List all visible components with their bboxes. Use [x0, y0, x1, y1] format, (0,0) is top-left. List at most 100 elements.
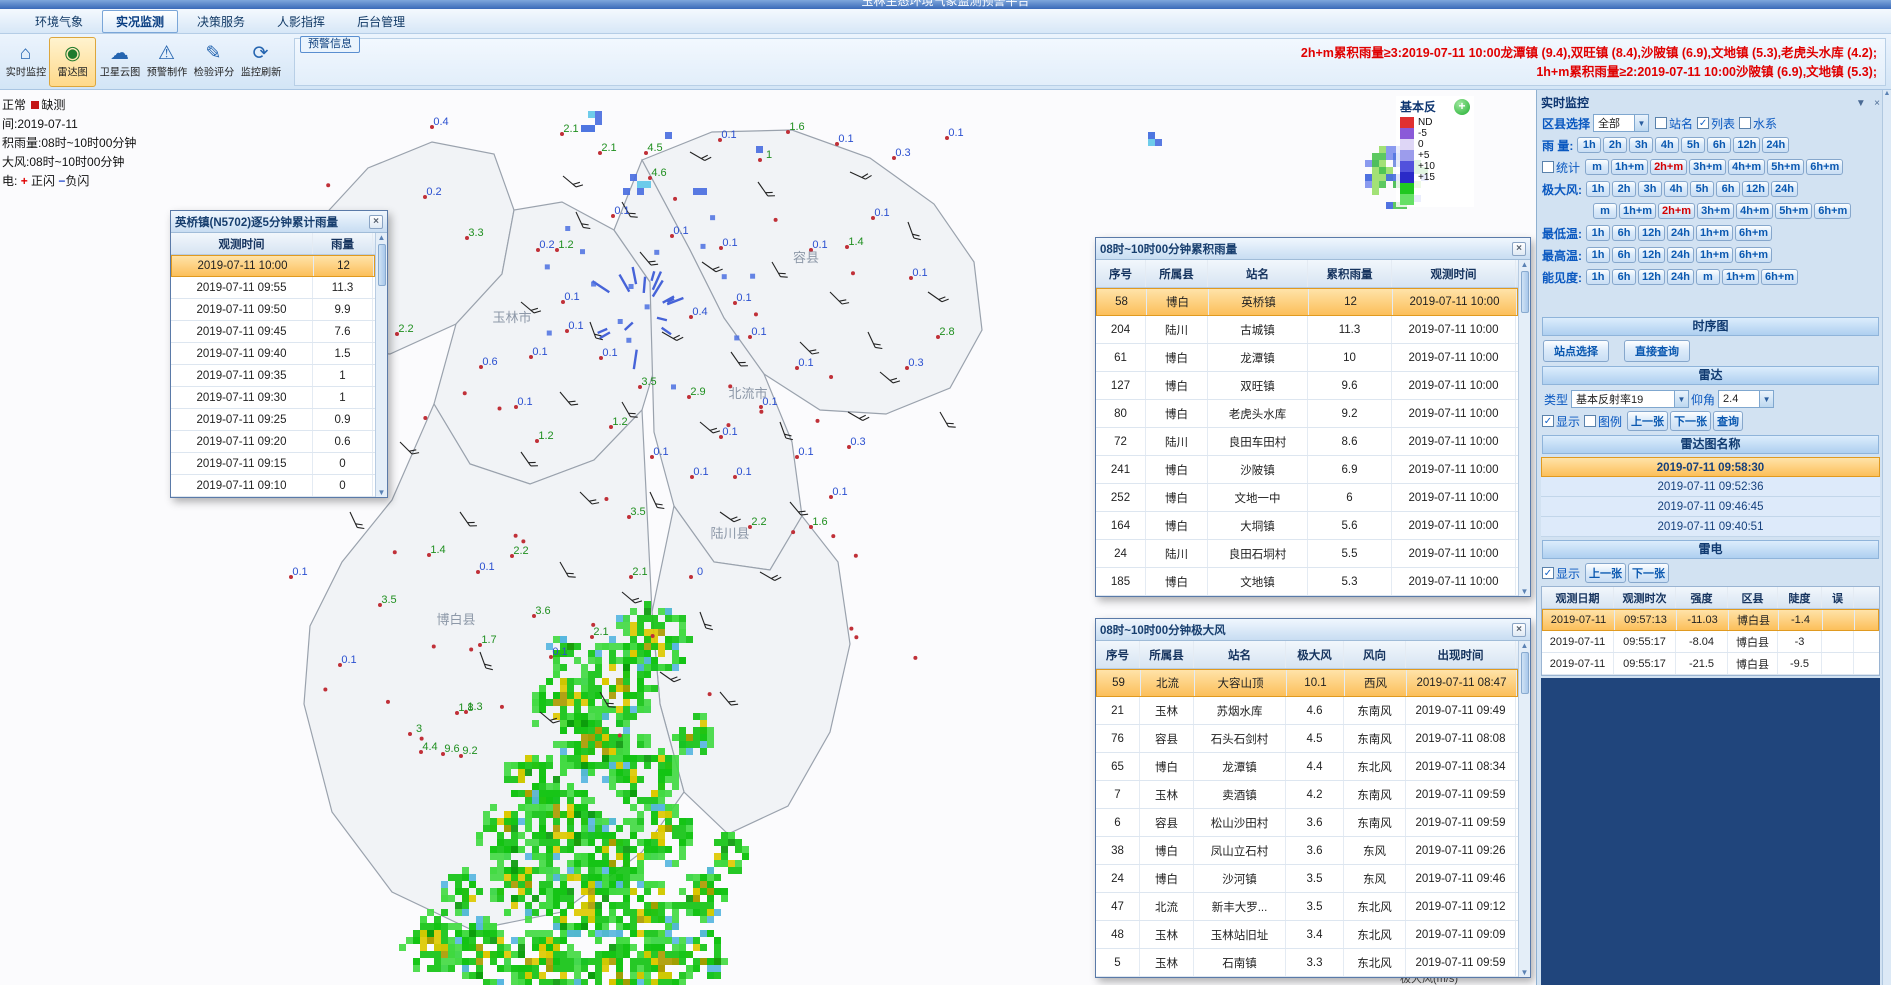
- range-button-6h[interactable]: 6h: [1612, 225, 1636, 241]
- range-button-3h[interactable]: 3h: [1638, 181, 1662, 197]
- station-rain-window[interactable]: 英桥镇(N5702)逐5分钟累计雨量 × 观测时间雨量2019-07-11 10…: [170, 210, 388, 498]
- table-row[interactable]: 61博白龙潭镇102019-07-11 10:00: [1096, 344, 1518, 372]
- range-button-6h+m[interactable]: 6h+m: [1761, 269, 1798, 285]
- table-row[interactable]: 2019-07-11 09:250.9: [171, 409, 375, 431]
- zoom-in-icon[interactable]: +: [1454, 99, 1470, 115]
- radar-image-item[interactable]: 2019-07-11 09:58:30: [1541, 457, 1880, 477]
- range-button-6h[interactable]: 6h: [1707, 137, 1731, 153]
- radar-image-item[interactable]: 2019-07-11 09:40:51: [1541, 517, 1880, 537]
- column-header[interactable]: 误: [1822, 587, 1854, 608]
- accumulated-rain-window[interactable]: 08时~10时00分钟累积雨量 × 序号所属县站名累积雨量观测时间58博白英桥镇…: [1095, 237, 1531, 597]
- table-row[interactable]: 24陆川良田石垌村5.52019-07-11 10:00: [1096, 540, 1518, 568]
- toolbar-button-预警制作[interactable]: ⚠预警制作: [143, 37, 190, 87]
- toolbar-button-卫星云图[interactable]: ☁卫星云图: [96, 37, 143, 87]
- table-row[interactable]: 65博白龙潭镇4.4东北风2019-07-11 08:34: [1096, 753, 1518, 781]
- range-button-4h+m[interactable]: 4h+m: [1728, 159, 1765, 175]
- range-button-2h[interactable]: 2h: [1603, 137, 1627, 153]
- window-scrollbar[interactable]: ▲▼: [1518, 260, 1530, 596]
- radar-next-button[interactable]: 下一张: [1670, 411, 1711, 431]
- direct-query-button[interactable]: 直接查询: [1624, 340, 1690, 362]
- column-header[interactable]: 风向: [1344, 641, 1406, 668]
- panel-close-icon[interactable]: ×: [1874, 98, 1880, 109]
- table-row[interactable]: 164博白大垌镇5.62019-07-11 10:00: [1096, 512, 1518, 540]
- range-button-12h[interactable]: 12h: [1733, 137, 1760, 153]
- range-button-6h+m[interactable]: 6h+m: [1814, 203, 1851, 219]
- table-row[interactable]: 241博白沙陂镇6.92019-07-11 10:00: [1096, 456, 1518, 484]
- range-button-1h[interactable]: 1h: [1586, 247, 1610, 263]
- range-button-5h[interactable]: 5h: [1681, 137, 1705, 153]
- table-row[interactable]: 2019-07-11 09:150: [171, 453, 375, 475]
- range-button-3h[interactable]: 3h: [1629, 137, 1653, 153]
- table-row[interactable]: 127博白双旺镇9.62019-07-11 10:00: [1096, 372, 1518, 400]
- column-header[interactable]: 站名: [1208, 260, 1308, 287]
- toolbar-button-实时监控[interactable]: ⌂实时监控: [2, 37, 49, 87]
- range-button-1h+m[interactable]: 1h+m: [1722, 269, 1759, 285]
- table-row[interactable]: 2019-07-1109:57:13-11.03博白县-1.4: [1542, 609, 1879, 631]
- table-row[interactable]: 76容县石头石剑村4.5东南风2019-07-11 08:08: [1096, 725, 1518, 753]
- scroll-down-icon[interactable]: ▼: [1521, 968, 1529, 977]
- scroll-thumb[interactable]: [1521, 652, 1529, 694]
- column-header[interactable]: 观测时次: [1614, 587, 1676, 608]
- range-button-2h[interactable]: 2h: [1612, 181, 1636, 197]
- table-row[interactable]: 6容县松山沙田村3.6东南风2019-07-11 09:59: [1096, 809, 1518, 837]
- range-button-24h[interactable]: 24h: [1667, 269, 1694, 285]
- scroll-up-icon[interactable]: ▲: [1521, 641, 1529, 650]
- column-header[interactable]: 累积雨量: [1308, 260, 1392, 287]
- scroll-up-icon[interactable]: ▲: [1884, 90, 1891, 97]
- range-button-2h+m[interactable]: 2h+m: [1650, 159, 1687, 175]
- range-button-6h[interactable]: 6h: [1716, 181, 1740, 197]
- range-button-24h[interactable]: 24h: [1762, 137, 1789, 153]
- range-button-1h+m[interactable]: 1h+m: [1611, 159, 1648, 175]
- range-button-1h[interactable]: 1h: [1577, 137, 1601, 153]
- table-row[interactable]: 47北流新丰大罗...3.5东北风2019-07-11 09:12: [1096, 893, 1518, 921]
- radar-show-checkbox[interactable]: ✓显示: [1542, 413, 1580, 430]
- column-header[interactable]: 区县: [1728, 587, 1778, 608]
- range-button-5h+m[interactable]: 5h+m: [1767, 159, 1804, 175]
- column-header[interactable]: 极大风: [1286, 641, 1344, 668]
- menu-item-实况监测[interactable]: 实况监测: [102, 10, 178, 33]
- close-icon[interactable]: ×: [1512, 242, 1526, 256]
- column-header[interactable]: 观测日期: [1542, 587, 1614, 608]
- range-button-1h[interactable]: 1h: [1586, 181, 1610, 197]
- range-button-12h[interactable]: 12h: [1638, 269, 1665, 285]
- column-header[interactable]: 出现时间: [1406, 641, 1516, 668]
- table-row[interactable]: 38博白凤山立石村3.6东风2019-07-11 09:26: [1096, 837, 1518, 865]
- table-row[interactable]: 2019-07-1109:55:17-8.04博白县-3: [1542, 631, 1879, 653]
- toolbar-button-监控刷新[interactable]: ⟳监控刷新: [237, 37, 284, 87]
- scroll-up-icon[interactable]: ▲: [1521, 260, 1529, 269]
- range-button-12h[interactable]: 12h: [1742, 181, 1769, 197]
- table-row[interactable]: 7玉林卖酒镇4.2东南风2019-07-11 09:59: [1096, 781, 1518, 809]
- column-header[interactable]: 陡度: [1778, 587, 1822, 608]
- table-row[interactable]: 5玉林石南镇3.3东北风2019-07-11 09:59: [1096, 949, 1518, 977]
- layer-checkbox-水系[interactable]: 水系: [1739, 115, 1777, 132]
- radar-prev-button[interactable]: 上一张: [1627, 411, 1668, 431]
- range-button-5h+m[interactable]: 5h+m: [1775, 203, 1812, 219]
- column-header[interactable]: 观测时间: [1392, 260, 1516, 287]
- column-header[interactable]: 所属县: [1140, 641, 1194, 668]
- range-button-1h[interactable]: 1h: [1586, 269, 1610, 285]
- column-header[interactable]: 观测时间: [171, 233, 313, 254]
- menu-item-决策服务[interactable]: 决策服务: [184, 11, 258, 32]
- table-row[interactable]: 24博白沙河镇3.5东风2019-07-11 09:46: [1096, 865, 1518, 893]
- max-wind-window[interactable]: 08时~10时00分钟极大风 × 序号所属县站名极大风风向出现时间59北流大容山…: [1095, 618, 1531, 978]
- radar-query-button[interactable]: 查询: [1713, 411, 1743, 431]
- timeseries-section-bar[interactable]: 时序图: [1542, 317, 1879, 336]
- station-select-button[interactable]: 站点选择: [1543, 340, 1609, 362]
- lightning-show-checkbox[interactable]: ✓显示: [1542, 565, 1580, 582]
- column-header[interactable]: 序号: [1096, 260, 1146, 287]
- range-button-m[interactable]: m: [1585, 159, 1609, 175]
- table-row[interactable]: 48玉林玉林站旧址3.4东北风2019-07-11 09:09: [1096, 921, 1518, 949]
- table-row[interactable]: 2019-07-11 09:5511.3: [171, 277, 375, 299]
- column-header[interactable]: 站名: [1194, 641, 1286, 668]
- menu-item-人影指挥[interactable]: 人影指挥: [264, 11, 338, 32]
- panel-scrollbar[interactable]: ▲: [1882, 90, 1891, 985]
- pin-icon[interactable]: ▼: [1856, 98, 1866, 109]
- radar-legend-checkbox[interactable]: 图例: [1584, 413, 1622, 430]
- window-scrollbar[interactable]: ▲▼: [1518, 641, 1530, 977]
- table-row[interactable]: 58博白英桥镇122019-07-11 10:00: [1096, 288, 1518, 316]
- range-button-6h+m[interactable]: 6h+m: [1735, 247, 1772, 263]
- table-row[interactable]: 2019-07-11 09:457.6: [171, 321, 375, 343]
- alert-tab[interactable]: 预警信息: [300, 36, 360, 53]
- radar-type-select[interactable]: 基本反射率19▼: [1571, 390, 1689, 408]
- table-row[interactable]: 2019-07-11 09:351: [171, 365, 375, 387]
